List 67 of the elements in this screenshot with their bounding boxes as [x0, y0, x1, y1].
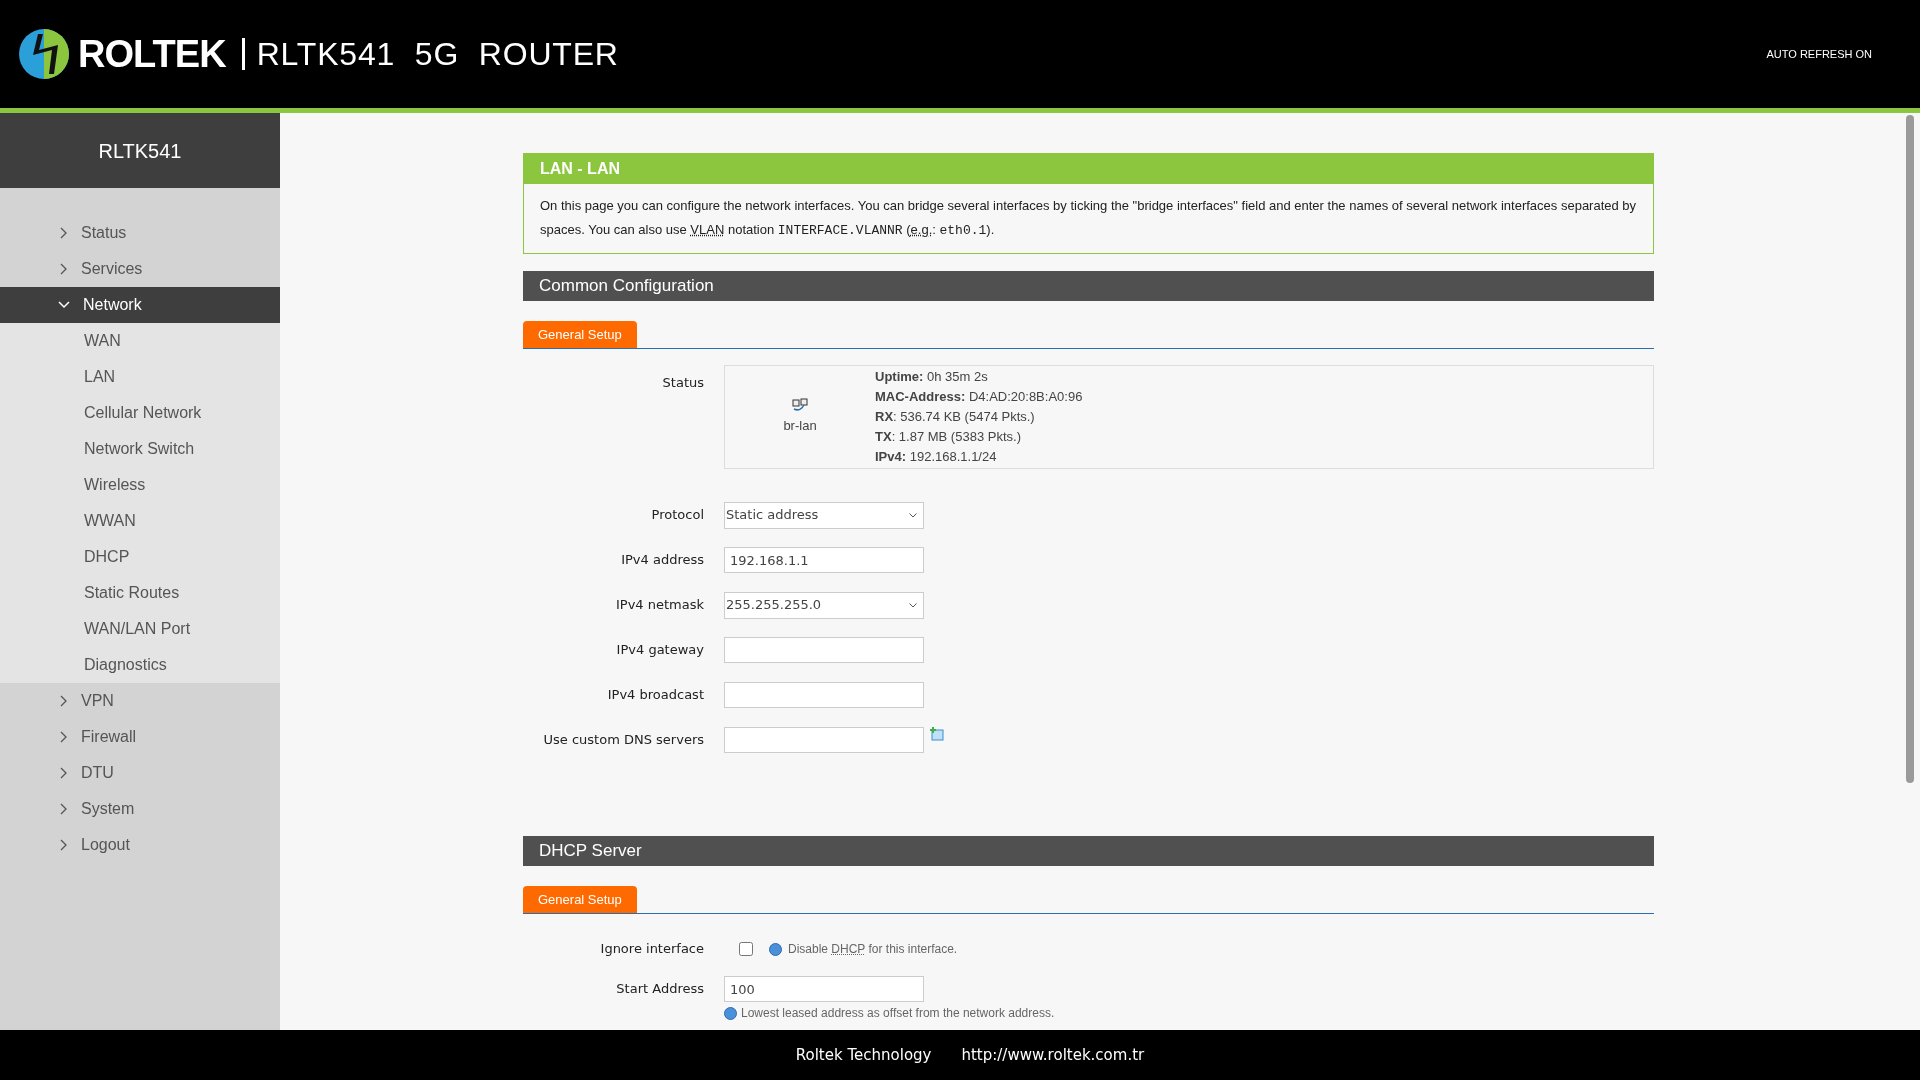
input-field[interactable]	[724, 637, 924, 663]
status-detail: MAC-Address: D4:AD:20:8B:A0:96	[875, 388, 1083, 406]
field-label: IPv4 gateway	[616, 642, 704, 658]
field-label: IPv4 broadcast	[607, 687, 704, 703]
field-label: Protocol	[651, 507, 704, 523]
footer-link[interactable]: http://www.roltek.com.tr	[961, 1043, 1145, 1067]
chevron-down-icon	[909, 602, 917, 608]
sidebar-subitem[interactable]: DHCP	[0, 539, 280, 575]
field-label: Use custom DNS servers	[543, 732, 704, 748]
sidebar-subitem[interactable]: WAN/LAN Port	[0, 611, 280, 647]
section-header: Common Configuration	[523, 271, 1654, 301]
sidebar-item[interactable]: Firewall	[0, 719, 280, 755]
field-label: Status	[662, 375, 704, 390]
chevron-right-icon	[60, 839, 68, 851]
network-bridge-icon	[792, 398, 808, 413]
checkbox[interactable]	[739, 942, 753, 956]
product-title: RLTK541 5G ROUTER	[256, 35, 619, 74]
chevron-right-icon	[60, 803, 68, 815]
sidebar-subitem[interactable]: Cellular Network	[0, 395, 280, 431]
section-header: DHCP Server	[523, 836, 1654, 866]
logo-icon	[18, 28, 70, 80]
sidebar-item[interactable]: System	[0, 791, 280, 827]
status-detail: RX: 536.74 KB (5474 Pkts.)	[875, 408, 1036, 426]
sidebar-item[interactable]: VPN	[0, 683, 280, 719]
dropdown[interactable]: Static address	[724, 501, 924, 529]
add-icon[interactable]	[930, 727, 944, 741]
field-label: Ignore interface	[600, 941, 704, 957]
sidebar-item[interactable]: Status	[0, 215, 280, 251]
footer-company: Roltek Technology	[795, 1044, 932, 1066]
auto-refresh-toggle[interactable]: AUTO REFRESH ON	[1766, 45, 1872, 63]
sidebar-subitem[interactable]: Diagnostics	[0, 647, 280, 683]
field-label: IPv4 netmask	[615, 597, 704, 613]
input-field[interactable]	[724, 682, 924, 708]
sidebar-subitem[interactable]: WWAN	[0, 503, 280, 539]
chevron-down-icon	[58, 301, 70, 309]
status-detail: TX: 1.87 MB (5383 Pkts.)	[875, 428, 1022, 446]
chevron-right-icon	[60, 227, 68, 239]
brand-name: ROLTEK	[78, 31, 226, 77]
sidebar-subitem[interactable]: Static Routes	[0, 575, 280, 611]
device-name: br-lan	[783, 417, 817, 436]
chevron-down-icon	[909, 512, 917, 518]
status-detail: IPv4: 192.168.1.1/24	[875, 448, 998, 466]
sidebar-subitem[interactable]: Wireless	[0, 467, 280, 503]
field-label: Start Address	[616, 981, 704, 997]
sidebar-item[interactable]: Logout	[0, 827, 280, 863]
hint-text: Disable DHCP for this interface.	[788, 941, 958, 958]
sidebar-item[interactable]: Services	[0, 251, 280, 287]
dropdown[interactable]: 255.255.255.0	[724, 591, 924, 619]
chevron-right-icon	[60, 767, 68, 779]
status-detail: Uptime: 0h 35m 2s	[875, 368, 989, 386]
hint-text: Lowest leased address as offset from the network address.	[741, 1005, 1055, 1022]
sidebar-subitem[interactable]: WAN	[0, 323, 280, 359]
sidebar-title: RLTK541	[0, 113, 280, 188]
scrollbar[interactable]	[1906, 115, 1914, 783]
sidebar-item[interactable]: DTU	[0, 755, 280, 791]
chevron-right-icon	[60, 263, 68, 275]
input-field[interactable]: 100	[724, 976, 924, 1002]
sidebar-item[interactable]: Network	[0, 287, 280, 323]
chevron-right-icon	[60, 731, 68, 743]
sidebar-subitem[interactable]: LAN	[0, 359, 280, 395]
input-field[interactable]	[724, 727, 924, 753]
chevron-right-icon	[60, 695, 68, 707]
info-title: LAN - LAN	[524, 154, 1653, 184]
sidebar-subitem[interactable]: Network Switch	[0, 431, 280, 467]
field-label: IPv4 address	[621, 552, 704, 568]
input-field[interactable]: 192.168.1.1	[724, 547, 924, 573]
info-description: On this page you can configure the network interfaces. You can bridge several interfaces by ticking the "bridge interfaces" field and enter the names of several network interfaces separated by spaces. You can also use VLAN notation INTERFACE.VLANNR (e.g.: eth0.1).	[539, 197, 1638, 240]
